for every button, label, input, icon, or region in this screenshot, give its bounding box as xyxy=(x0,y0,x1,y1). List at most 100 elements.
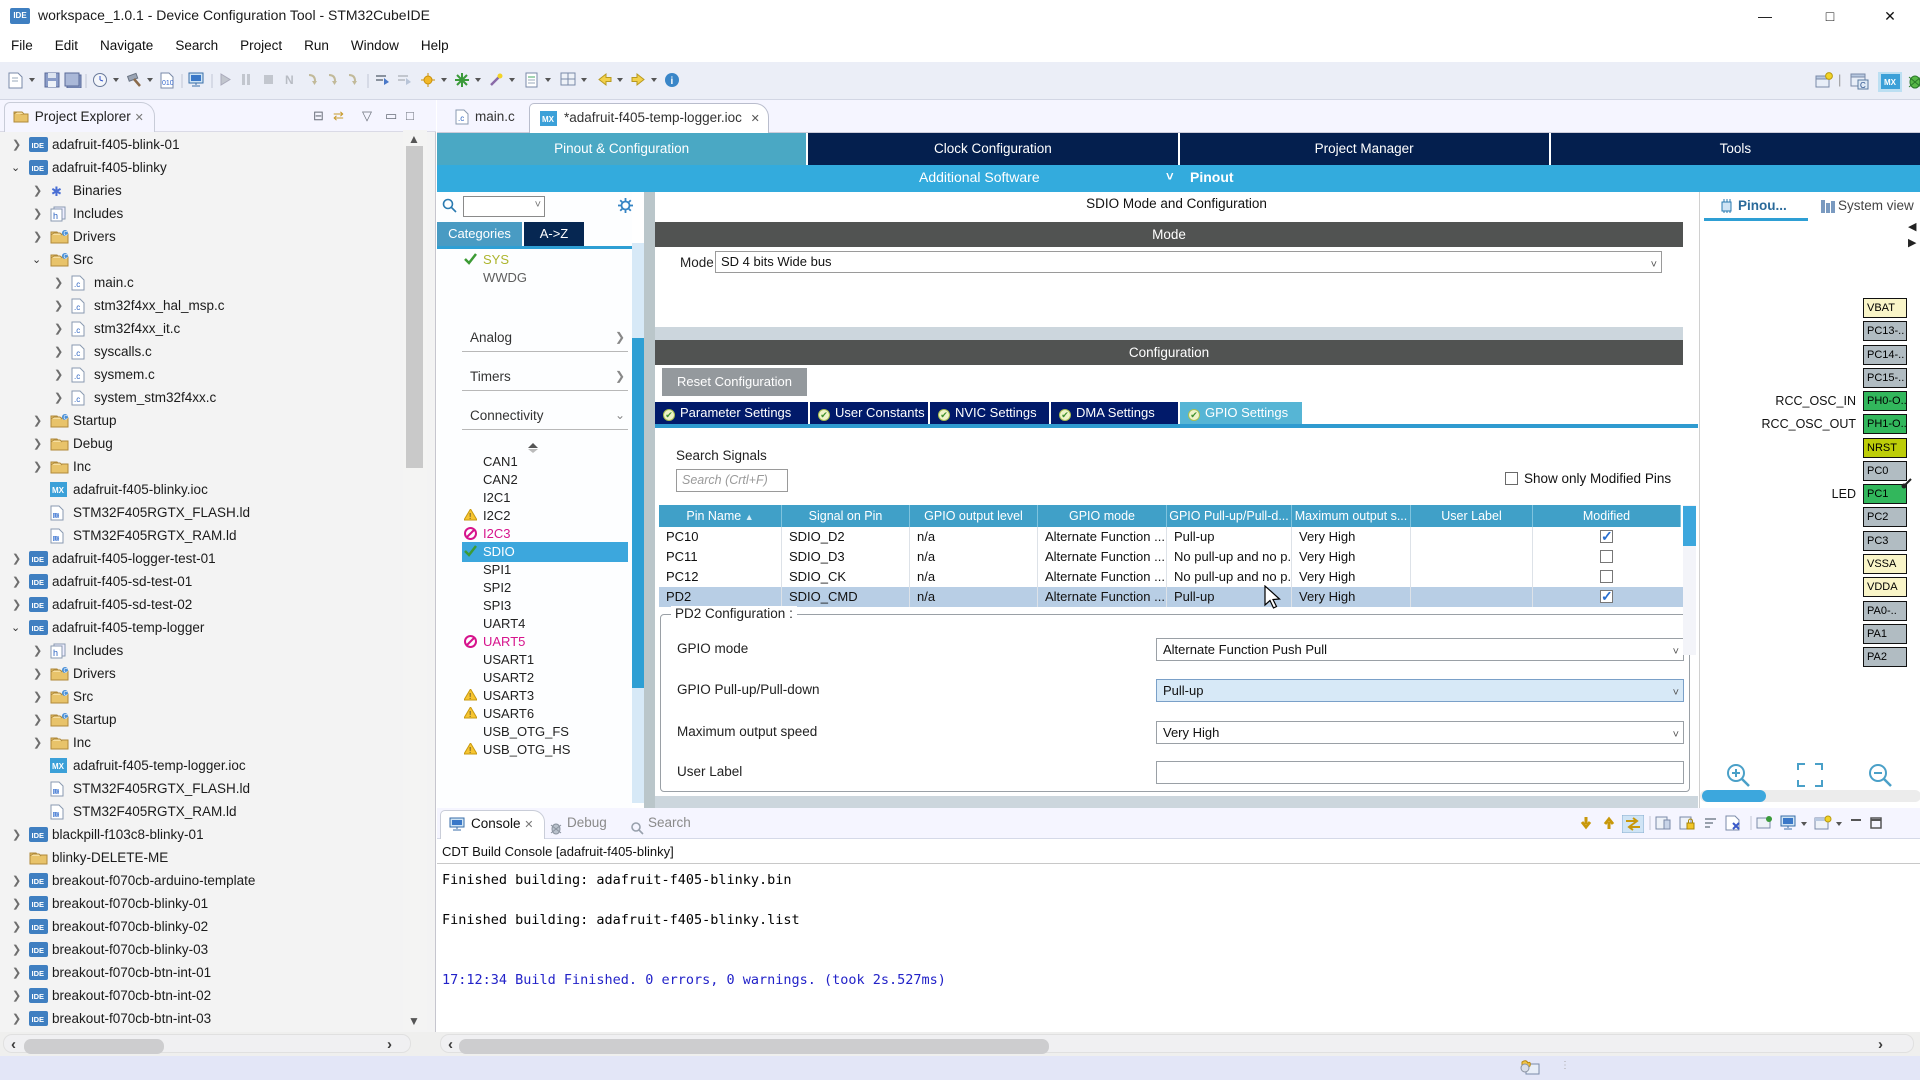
tree-item[interactable]: ❯IDEbreakout-f070cb-btn-int-01 xyxy=(0,962,414,985)
toolbar-hammer-icon[interactable] xyxy=(126,72,143,90)
toolbar-dd-icon[interactable] xyxy=(112,72,120,90)
close-tab-icon[interactable]: ✕ xyxy=(751,112,760,125)
expand-arrow-icon[interactable]: ❯ xyxy=(54,368,63,381)
settings-tab-user-constants[interactable]: ✔User Constants xyxy=(810,402,928,424)
toolbar-pauseg-icon[interactable] xyxy=(240,72,252,90)
explorer-vertical-scrollbar[interactable]: ▲ ▼ xyxy=(403,130,427,1030)
tree-item[interactable]: ❯CStartup xyxy=(0,410,414,433)
tab-debug[interactable]: Debug xyxy=(549,815,607,830)
peripheral-item-uart5[interactable]: UART5 xyxy=(483,634,525,652)
column-header-2[interactable]: GPIO output level xyxy=(910,505,1038,527)
chip-pin-vbat[interactable]: VBAT xyxy=(1863,298,1907,318)
chip-pin-pa0[interactable]: PA0-.. xyxy=(1863,601,1907,621)
peripheral-item-can1[interactable]: CAN1 xyxy=(483,454,518,472)
toolbar-trace-icon[interactable] xyxy=(374,72,390,90)
peripheral-item-spi3[interactable]: SPI3 xyxy=(483,598,511,616)
pin-row-pc11[interactable]: PC11SDIO_D3n/aAlternate Function ...No p… xyxy=(659,547,1683,567)
chip-pin-ph0o[interactable]: PH0-O.. xyxy=(1863,391,1907,411)
column-header-5[interactable]: Maximum output s... xyxy=(1292,505,1411,527)
mode-select[interactable]: SD 4 bits Wide bus˅ xyxy=(715,251,1662,273)
expand-arrow-icon[interactable]: ❯ xyxy=(12,920,21,933)
tab-tools[interactable]: Tools xyxy=(1551,133,1920,165)
fit-view-icon[interactable] xyxy=(1796,762,1824,788)
tree-item[interactable]: ❯IDEadafruit-f405-sd-test-02 xyxy=(0,594,414,617)
toolbar-note-icon[interactable] xyxy=(524,72,539,90)
tree-item[interactable]: ❯IDEbreakout-f070cb-blinky-03 xyxy=(0,939,414,962)
peripheral-item-wwdg[interactable]: WWDG xyxy=(483,270,527,288)
console-clear-console-icon[interactable] xyxy=(1725,815,1742,834)
toolbar-info-icon[interactable]: i xyxy=(664,72,680,90)
column-header-3[interactable]: GPIO mode xyxy=(1038,505,1167,527)
console-pin-display-icon[interactable] xyxy=(1756,815,1774,834)
expand-arrow-icon[interactable]: ❯ xyxy=(12,598,21,611)
tree-item[interactable]: ❯✱Binaries xyxy=(0,180,414,203)
menu-project[interactable]: Project xyxy=(229,32,293,53)
tab-categories[interactable]: Categories xyxy=(437,222,522,246)
tree-item[interactable]: ❯Debug xyxy=(0,433,414,456)
toolbar-sun-icon[interactable] xyxy=(420,72,436,90)
tab-pinout-view[interactable]: Pinou... xyxy=(1738,198,1787,213)
tree-item[interactable]: ❯IDEbreakout-f070cb-arduino-template xyxy=(0,870,414,893)
toolbar-page-icon[interactable] xyxy=(8,72,24,90)
tree-item[interactable]: ❯.csystem_stm32f4xx.c xyxy=(0,387,414,410)
tab-project-manager[interactable]: Project Manager xyxy=(1180,133,1549,165)
settings-tab-nvic-settings[interactable]: ✔NVIC Settings xyxy=(930,402,1049,424)
console-dd-icon[interactable] xyxy=(1835,815,1843,834)
tree-item[interactable]: ⌄IDEadafruit-f405-blinky xyxy=(0,157,414,180)
console-word-wrap-icon[interactable] xyxy=(1703,815,1719,834)
toolbar-star-icon[interactable] xyxy=(454,72,470,90)
expand-arrow-icon[interactable]: ❯ xyxy=(33,690,42,703)
tab-search[interactable]: Search xyxy=(630,815,691,830)
view-menu-icon[interactable]: ▽ xyxy=(362,108,372,124)
tree-item[interactable]: LDSTM32F405RGTX_RAM.ld xyxy=(0,525,414,548)
pin-row-pd2[interactable]: PD2SDIO_CMDn/aAlternate Function ...Pull… xyxy=(659,587,1683,607)
signal-search-input[interactable]: Search (Crtl+F) xyxy=(676,469,788,492)
tree-item[interactable]: ❯CDrivers xyxy=(0,663,414,686)
tree-item[interactable]: ❯CSrc xyxy=(0,686,414,709)
link-editor-icon[interactable]: ⇄ xyxy=(333,108,344,124)
tree-item[interactable]: ❯IDEblackpill-f103c8-blinky-01 xyxy=(0,824,414,847)
show-only-modified-checkbox[interactable] xyxy=(1505,472,1518,485)
toolbar-dd-icon[interactable] xyxy=(544,72,552,90)
expand-arrow-icon[interactable]: ❯ xyxy=(54,322,63,335)
column-header-6[interactable]: User Label xyxy=(1411,505,1533,527)
mx-perspective-icon[interactable]: MX xyxy=(1878,72,1902,90)
settings-tab-parameter-settings[interactable]: ✔Parameter Settings xyxy=(655,402,808,424)
peripheral-item-usart1[interactable]: USART1 xyxy=(483,652,534,670)
tree-item[interactable]: ❯IDEbreakout-f070cb-btn-int-03 xyxy=(0,1008,414,1031)
peripheral-item-usb_otg_hs[interactable]: !USB_OTG_HS xyxy=(483,742,570,760)
toolbar-dd-icon[interactable] xyxy=(580,72,588,90)
modified-checkbox[interactable] xyxy=(1600,570,1613,583)
console-swap-icon[interactable] xyxy=(1622,815,1644,836)
tab-pinout-configuration[interactable]: Pinout & Configuration xyxy=(437,133,806,165)
toolbar-fwd-icon[interactable] xyxy=(630,72,647,90)
console-pin-console-icon[interactable] xyxy=(1655,815,1671,834)
menu-navigate[interactable]: Navigate xyxy=(89,32,164,53)
tree-item[interactable]: ❯IDEbreakout-f070cb-btn-int-02 xyxy=(0,985,414,1008)
peripheral-item-usb_otg_fs[interactable]: USB_OTG_FS xyxy=(483,724,569,742)
maximize-button[interactable]: □ xyxy=(1812,6,1848,26)
expand-arrow-icon[interactable]: ❯ xyxy=(12,966,21,979)
expand-arrow-icon[interactable]: ❯ xyxy=(33,184,42,197)
open-perspective-icon[interactable] xyxy=(1815,72,1833,90)
chip-pin-pc3[interactable]: PC3 xyxy=(1863,531,1907,551)
expand-arrow-icon[interactable]: ❯ xyxy=(33,667,42,680)
expand-arrow-icon[interactable]: ❯ xyxy=(12,138,21,151)
pin-row-pc12[interactable]: PC12SDIO_CKn/aAlternate Function ...No p… xyxy=(659,567,1683,587)
toolbar-floppy-icon[interactable] xyxy=(44,72,60,90)
tree-item[interactable]: ❯.csysmem.c xyxy=(0,364,414,387)
debug-perspective-icon[interactable] xyxy=(1908,72,1920,90)
peripheral-item-usart6[interactable]: !USART6 xyxy=(483,706,534,724)
chip-pin-ph1o[interactable]: PH1-O.. xyxy=(1863,414,1907,434)
toolbar-grid-icon[interactable] xyxy=(560,72,576,90)
chip-pin-nrst[interactable]: NRST xyxy=(1863,438,1907,458)
toolbar-wand-icon[interactable] xyxy=(488,72,504,90)
menu-help[interactable]: Help xyxy=(410,32,460,53)
minimize-view-icon[interactable]: ▭ xyxy=(385,108,397,124)
project-explorer-tab[interactable]: Project Explorer ✕ xyxy=(4,102,155,132)
toolbar-dd-icon[interactable] xyxy=(146,72,154,90)
console-up-arrow-icon[interactable] xyxy=(1601,815,1617,834)
expand-arrow-icon[interactable]: ❯ xyxy=(12,552,21,565)
tree-item[interactable]: ❯CDrivers xyxy=(0,226,414,249)
peripheral-item-usart2[interactable]: USART2 xyxy=(483,670,534,688)
